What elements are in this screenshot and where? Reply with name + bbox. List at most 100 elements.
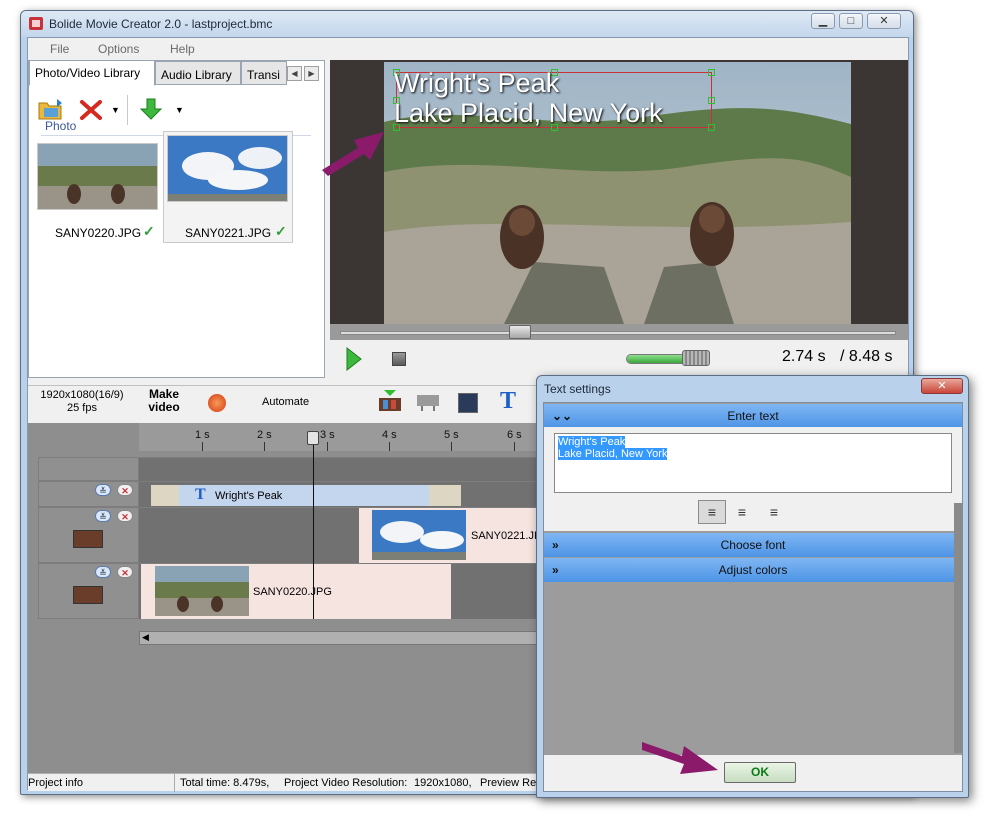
- choose-font-label: Choose font: [720, 538, 786, 552]
- video-clip[interactable]: SANY0220.JPG: [141, 564, 451, 619]
- total-time: / 8.48 s: [840, 348, 893, 365]
- ruler-label: 3 s: [320, 429, 335, 441]
- delete-dropdown-icon[interactable]: ▼: [111, 105, 121, 115]
- volume-knob[interactable]: [682, 350, 710, 366]
- align-right-button[interactable]: ≡: [760, 500, 788, 524]
- photo-section-label: Photo: [45, 119, 77, 133]
- text-input-line: Lake Placid, New York: [558, 448, 668, 460]
- enter-text-section-header[interactable]: ⌄⌄ Enter text: [544, 404, 962, 428]
- align-left-button[interactable]: ≡: [698, 500, 726, 524]
- add-text-icon[interactable]: T: [500, 388, 516, 415]
- delete-icon[interactable]: [79, 99, 103, 121]
- scroll-left-icon[interactable]: ◀: [142, 632, 149, 643]
- resize-handle[interactable]: [708, 97, 715, 104]
- add-video-icon[interactable]: [378, 390, 402, 412]
- video-clip-label: SANY0220.JPG: [253, 586, 332, 598]
- ruler-label: 2 s: [257, 429, 272, 441]
- choose-font-section-header[interactable]: » Choose font: [544, 533, 962, 557]
- thumbnail-sany0221[interactable]: [167, 135, 288, 202]
- text-clip[interactable]: T Wright's Peak: [179, 485, 429, 506]
- checkmark-icon: ✓: [275, 223, 287, 239]
- align-center-button[interactable]: ≡: [728, 500, 756, 524]
- annotation-arrow: [318, 120, 388, 180]
- open-folder-icon[interactable]: [37, 97, 65, 121]
- tab-photo-video-library[interactable]: Photo/Video Library: [29, 60, 155, 86]
- adjust-colors-section-header[interactable]: » Adjust colors: [544, 558, 962, 582]
- video-clip-thumbnail: [155, 566, 249, 616]
- ruler-tick: [264, 442, 265, 451]
- stop-icon[interactable]: [392, 352, 406, 366]
- delete-track-icon[interactable]: ✕: [117, 566, 133, 578]
- video-resolution: 1920x1080(16/9): [40, 389, 124, 401]
- seek-bar[interactable]: [340, 331, 896, 335]
- video-clip-thumbnail: [372, 510, 466, 560]
- enter-text-label: Enter text: [727, 409, 779, 423]
- ruler-tick: [389, 442, 390, 451]
- tab-transitions[interactable]: Transi: [241, 61, 287, 85]
- overlay-title: Wright's Peak: [394, 68, 560, 98]
- text-input-line: Wright's Peak: [558, 436, 626, 448]
- play-icon[interactable]: [346, 346, 362, 372]
- app-icon: [29, 17, 43, 30]
- tab-audio-library[interactable]: Audio Library: [155, 61, 241, 85]
- window-title: Bolide Movie Creator 2.0 - lastproject.b…: [49, 17, 273, 31]
- expand-icon: »: [552, 563, 559, 577]
- overlay-subtitle: Lake Placid, New York: [394, 98, 663, 128]
- minimize-button[interactable]: ▁: [811, 13, 835, 29]
- enter-text-panel: Wright's Peak Lake Placid, New York ≡ ≡ …: [544, 427, 962, 531]
- film-strip-icon: [73, 530, 103, 548]
- ruler-tick: [451, 442, 452, 451]
- record-icon[interactable]: [208, 394, 226, 412]
- ruler-tick: [514, 442, 515, 451]
- status-divider: [174, 774, 175, 792]
- close-button[interactable]: ✕: [867, 13, 901, 29]
- text-input[interactable]: Wright's Peak Lake Placid, New York: [554, 433, 952, 493]
- expand-track-icon[interactable]: ≚: [95, 566, 111, 578]
- ruler-label: 5 s: [444, 429, 459, 441]
- thumbnail-caption: SANY0221.JPG: [185, 226, 272, 240]
- text-track-header: ≚ ✕: [38, 481, 139, 507]
- automate-button[interactable]: Automate: [262, 396, 309, 408]
- title-bar[interactable]: Bolide Movie Creator 2.0 - lastproject.b…: [21, 11, 913, 37]
- text-clip-label: Wright's Peak: [215, 490, 283, 502]
- thumbnail-sany0220[interactable]: [37, 143, 158, 210]
- seek-knob[interactable]: [508, 325, 531, 339]
- status-project-resolution: Project Video Resolution:: [284, 777, 408, 789]
- text-settings-dialog: Text settings ✕ ⌄⌄ Enter text Wright's P…: [536, 375, 969, 798]
- video-clip[interactable]: SANY0221.JPG: [359, 508, 550, 563]
- resize-handle[interactable]: [708, 69, 715, 76]
- ok-button[interactable]: OK: [724, 762, 796, 783]
- thumbnail-caption: SANY0220.JPG: [55, 226, 142, 240]
- video-fps: 25 fps: [67, 402, 97, 414]
- expand-track-icon[interactable]: ≚: [95, 510, 111, 522]
- preview-panel: Wright's Peak Lake Placid, New York 2.74…: [330, 60, 908, 378]
- delete-track-icon[interactable]: ✕: [117, 484, 133, 496]
- screen-icon[interactable]: [416, 394, 440, 412]
- menu-file[interactable]: File: [50, 42, 69, 56]
- playhead-handle[interactable]: [307, 431, 319, 445]
- ruler-tick: [327, 442, 328, 451]
- text-clip-icon: T: [195, 486, 206, 503]
- tabs-scroll-left-icon[interactable]: ◀: [287, 66, 302, 81]
- make-video-button[interactable]: Make video: [142, 388, 186, 414]
- ruler-label: 4 s: [382, 429, 397, 441]
- tabs-scroll-right-icon[interactable]: ▶: [304, 66, 319, 81]
- picture-in-picture-icon[interactable]: [458, 393, 478, 413]
- import-arrow-icon[interactable]: [139, 97, 163, 121]
- menu-options[interactable]: Options: [98, 42, 139, 56]
- checkmark-icon: ✓: [143, 223, 155, 239]
- menu-help[interactable]: Help: [170, 42, 195, 56]
- delete-track-icon[interactable]: ✕: [117, 510, 133, 522]
- menu-bar: File Options Help: [28, 38, 908, 60]
- maximize-button[interactable]: □: [839, 13, 863, 29]
- expand-track-icon[interactable]: ≚: [95, 484, 111, 496]
- dialog-close-button[interactable]: ✕: [921, 378, 963, 394]
- resize-handle[interactable]: [708, 124, 715, 131]
- preview-screen: Wright's Peak Lake Placid, New York: [330, 60, 908, 324]
- text-track: T Wright's Peak: [139, 481, 539, 507]
- timeline-scrollbar[interactable]: ◀: [139, 631, 539, 645]
- video-track-2: SANY0220.JPG: [139, 563, 539, 619]
- import-dropdown-icon[interactable]: ▼: [175, 105, 185, 115]
- dialog-scrollbar[interactable]: [954, 503, 962, 753]
- status-resolution-value: 1920x1080,: [414, 777, 472, 789]
